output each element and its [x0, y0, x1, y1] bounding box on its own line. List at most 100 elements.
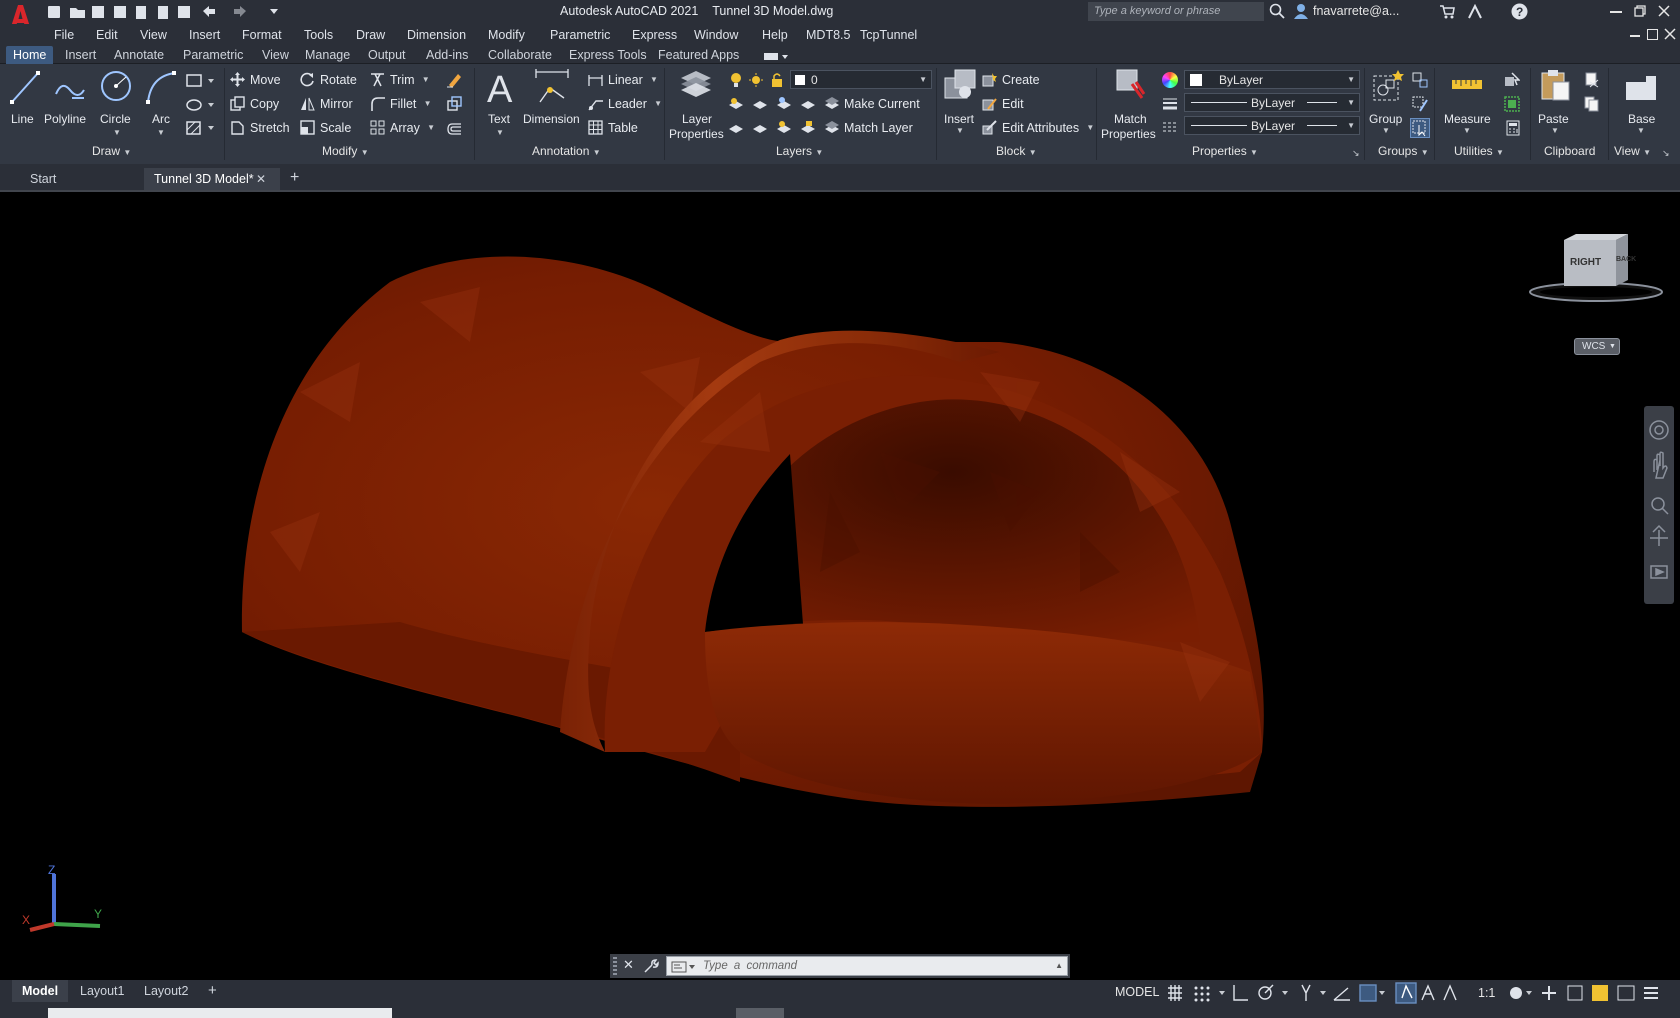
lineweight-dropdown[interactable]: ByLayer ▼ [1184, 93, 1360, 112]
layer-dropdown[interactable]: 0 ▼ [790, 70, 932, 89]
modify-panel-title[interactable]: Modify ▼ [322, 144, 369, 158]
arc-dropdown-icon[interactable]: ▼ [157, 128, 165, 137]
menu-view[interactable]: View [140, 28, 167, 42]
cut-icon[interactable] [1584, 72, 1600, 88]
match-layer-button[interactable]: Match Layer [824, 120, 913, 135]
layout-tab-layout2[interactable]: Layout2 [134, 980, 198, 1002]
command-close-icon[interactable]: ✕ [623, 957, 634, 973]
draw-arc-button[interactable]: Arc ▼ [144, 68, 176, 137]
customization-menu-icon[interactable] [1642, 982, 1662, 1002]
menu-express[interactable]: Express [632, 28, 677, 42]
linetype-dropdown[interactable]: ByLayer ▼ [1184, 116, 1360, 135]
trim-dropdown-icon[interactable]: ▼ [420, 75, 430, 84]
annotation-panel-title[interactable]: Annotation ▼ [532, 144, 601, 158]
tab-parametric[interactable]: Parametric [183, 48, 243, 62]
tab-annotate[interactable]: Annotate [114, 48, 164, 62]
command-expand-icon[interactable]: ▲ [1055, 961, 1063, 970]
move-button[interactable]: Move [230, 72, 281, 87]
color-dropdown[interactable]: ByLayer ▼ [1184, 70, 1360, 89]
trim-button[interactable]: Trim ▼ [370, 72, 430, 87]
showmotion-icon[interactable] [1646, 562, 1672, 584]
draw-circle-button[interactable]: Circle ▼ [96, 68, 136, 137]
tab-tunnel-model[interactable]: Tunnel 3D Model* ✕ [144, 168, 280, 190]
user-icon[interactable] [1293, 3, 1309, 19]
linetype-icon[interactable] [1162, 120, 1178, 136]
layer-tools-row-2[interactable] [728, 120, 818, 136]
user-name[interactable]: fnavarrete@a... [1313, 5, 1399, 18]
calculator-icon[interactable] [1506, 120, 1520, 136]
draw-polyline-button[interactable]: Polyline [44, 68, 92, 128]
linear-button[interactable]: Linear ▼ [588, 72, 658, 87]
tab-view[interactable]: View [262, 48, 289, 62]
object-snap-tracking-icon[interactable] [1330, 982, 1350, 1002]
doc-restore-icon[interactable] [1647, 29, 1658, 40]
minimize-window-icon[interactable] [1610, 11, 1622, 13]
hatch-icon[interactable] [186, 121, 218, 135]
base-view-button[interactable]: Base ▼ [1612, 68, 1668, 135]
offset-icon[interactable] [446, 121, 462, 137]
tab-output[interactable]: Output [368, 48, 406, 62]
command-input[interactable]: Type a command ▲ [666, 956, 1068, 976]
close-window-icon[interactable] [1658, 5, 1670, 17]
autodesk-a360-icon[interactable] [1467, 3, 1483, 20]
tab-home[interactable]: Home [6, 46, 54, 64]
tab-collaborate[interactable]: Collaborate [488, 48, 552, 62]
view-panel-title[interactable]: View ▼ [1614, 144, 1651, 158]
edit-attributes-button[interactable]: Edit Attributes ▼ [982, 120, 1094, 135]
select-all-icon[interactable] [1504, 96, 1520, 112]
clean-screen-icon[interactable] [1616, 982, 1636, 1002]
draw-line-button[interactable]: Line [6, 68, 42, 128]
menu-edit[interactable]: Edit [96, 28, 118, 42]
leader-dropdown-icon[interactable]: ▼ [652, 99, 662, 108]
cart-icon[interactable] [1439, 4, 1455, 20]
tab-add-ins[interactable]: Add-ins [426, 48, 468, 62]
table-button[interactable]: Table [588, 120, 638, 135]
ungroup-icon[interactable] [1412, 72, 1428, 88]
ortho-toggle-icon[interactable] [1232, 982, 1252, 1002]
steering-wheel-icon[interactable] [1646, 418, 1672, 444]
layout-tab-layout1[interactable]: Layout1 [70, 980, 134, 1002]
draw-panel-title[interactable]: Draw ▼ [92, 144, 131, 158]
viewcube-right-face[interactable]: RIGHT [1570, 258, 1601, 268]
isolate-objects-icon[interactable] [1566, 982, 1586, 1002]
mirror-button[interactable]: Mirror [300, 96, 353, 111]
groups-panel-title[interactable]: Groups ▼ [1378, 144, 1429, 158]
clipboard-panel-title[interactable]: Clipboard [1544, 144, 1595, 158]
menu-insert[interactable]: Insert [189, 28, 220, 42]
match-properties-button[interactable]: Match Properties [1100, 68, 1160, 142]
hardware-acceleration-icon[interactable] [1590, 982, 1610, 1002]
menu-modify[interactable]: Modify [488, 28, 525, 42]
command-history-icon[interactable] [671, 960, 699, 973]
grid-toggle-icon[interactable] [1166, 982, 1186, 1002]
make-current-button[interactable]: Make Current [824, 96, 920, 111]
fillet-dropdown-icon[interactable]: ▼ [421, 99, 432, 108]
search-icon[interactable] [1269, 3, 1285, 19]
rotate-button[interactable]: Rotate [300, 72, 357, 87]
view-dialog-launcher-icon[interactable]: ↘ [1662, 148, 1670, 159]
zoom-icon[interactable] [1646, 492, 1672, 518]
annotation-monitor-icon[interactable] [1444, 982, 1464, 1002]
create-block-button[interactable]: Create [982, 72, 1040, 87]
layout-tab-model[interactable]: Model [12, 980, 69, 1002]
scrollbar-thumb[interactable] [736, 1008, 784, 1018]
paste-button[interactable]: Paste ▼ [1534, 68, 1576, 135]
explode-icon[interactable] [446, 96, 462, 112]
menu-parametric[interactable]: Parametric [550, 28, 610, 42]
menu-help[interactable]: Help [762, 28, 788, 42]
orbit-icon[interactable] [1646, 524, 1672, 552]
dimension-button[interactable]: Dimension [522, 68, 582, 128]
object-snap-icon[interactable] [1358, 982, 1378, 1002]
new-tab-icon[interactable]: + [290, 169, 299, 187]
fillet-button[interactable]: Fillet ▼ [370, 96, 432, 111]
insert-block-button[interactable]: Insert ▼ [940, 68, 980, 135]
drawing-viewport[interactable]: RIGHT BACK WCS ▼ Z Y X ✕ Type a command … [0, 192, 1680, 980]
viewcube[interactable]: RIGHT BACK [1528, 230, 1668, 310]
layer-tools-row-1[interactable] [728, 96, 818, 112]
stretch-button[interactable]: Stretch [230, 120, 290, 135]
leader-button[interactable]: Leader ▼ [588, 96, 662, 111]
group-selection-icon[interactable] [1410, 118, 1430, 138]
layers-panel-title[interactable]: Layers ▼ [776, 144, 823, 158]
utilities-panel-title[interactable]: Utilities ▼ [1454, 144, 1504, 158]
block-panel-title[interactable]: Block ▼ [996, 144, 1037, 158]
copy-clip-icon[interactable] [1584, 96, 1600, 112]
